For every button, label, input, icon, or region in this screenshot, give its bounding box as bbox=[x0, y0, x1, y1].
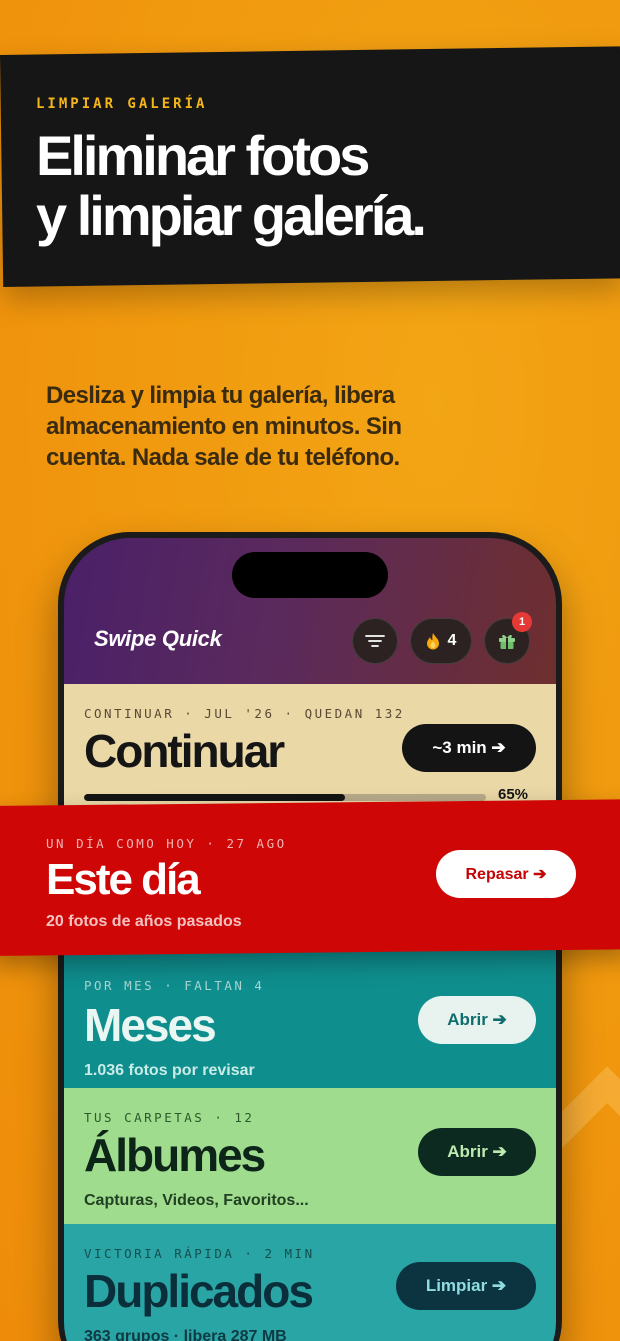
filter-button[interactable] bbox=[352, 618, 398, 664]
dynamic-island bbox=[232, 552, 388, 598]
continue-eyebrow: CONTINUAR · JUL '26 · QUEDAN 132 bbox=[84, 706, 405, 721]
albums-title: Álbumes bbox=[84, 1129, 266, 1181]
duplicates-subtitle: 363 grupos · libera 287 MB bbox=[84, 1328, 287, 1341]
hero-eyebrow: LIMPIAR GALERÍA bbox=[36, 96, 208, 112]
months-eyebrow: POR MES · FALTAN 4 bbox=[84, 978, 265, 993]
continue-progress-bar bbox=[84, 794, 486, 801]
duplicates-clean-button[interactable]: Limpiar ➔ bbox=[396, 1262, 536, 1310]
streak-count: 4 bbox=[447, 632, 457, 649]
hero-headline-line2: y limpiar galería. bbox=[36, 184, 427, 247]
today-review-button[interactable]: Repasar ➔ bbox=[436, 850, 576, 898]
today-eyebrow: UN DÍA COMO HOY · 27 AGO bbox=[46, 836, 287, 851]
gift-icon bbox=[499, 634, 515, 649]
continue-progress-fill bbox=[84, 794, 346, 801]
duplicates-title: Duplicados bbox=[84, 1265, 314, 1317]
today-title: Este día bbox=[46, 855, 201, 904]
flame-icon bbox=[426, 633, 439, 650]
months-subtitle: 1.036 fotos por revisar bbox=[84, 1062, 255, 1079]
continue-button[interactable]: ~3 min ➔ bbox=[402, 724, 536, 772]
app-title: Swipe Quick bbox=[94, 626, 222, 651]
continue-card[interactable]: CONTINUAR · JUL '26 · QUEDAN 132 Continu… bbox=[64, 684, 556, 814]
months-title: Meses bbox=[84, 999, 217, 1051]
duplicates-eyebrow: VICTORIA RÁPIDA · 2 MIN bbox=[84, 1246, 315, 1261]
albums-eyebrow: TUS CARPETAS · 12 bbox=[84, 1110, 255, 1125]
streak-button[interactable]: 4 bbox=[410, 618, 472, 664]
continue-title: Continuar bbox=[84, 725, 285, 777]
gift-notification-badge: 1 bbox=[512, 612, 532, 632]
duplicates-card[interactable]: VICTORIA RÁPIDA · 2 MIN Duplicados 363 g… bbox=[64, 1224, 556, 1341]
today-subtitle: 20 fotos de años pasados bbox=[46, 913, 242, 930]
hero-headline: Eliminar fotos y limpiar galería. bbox=[36, 126, 596, 246]
albums-card[interactable]: TUS CARPETAS · 12 Álbumes Capturas, Vide… bbox=[64, 1088, 556, 1224]
albums-open-button[interactable]: Abrir ➔ bbox=[418, 1128, 536, 1176]
months-card[interactable]: POR MES · FALTAN 4 Meses 1.036 fotos por… bbox=[64, 948, 556, 1088]
albums-subtitle: Capturas, Videos, Favoritos... bbox=[84, 1192, 309, 1209]
filter-icon bbox=[365, 635, 385, 647]
hero-subtext: Desliza y limpia tu galería, libera alma… bbox=[46, 382, 402, 471]
app-top-bar: Swipe Quick 4 1 bbox=[64, 538, 556, 684]
months-open-button[interactable]: Abrir ➔ bbox=[418, 996, 536, 1044]
hero-headline-line1: Eliminar fotos bbox=[36, 124, 370, 187]
